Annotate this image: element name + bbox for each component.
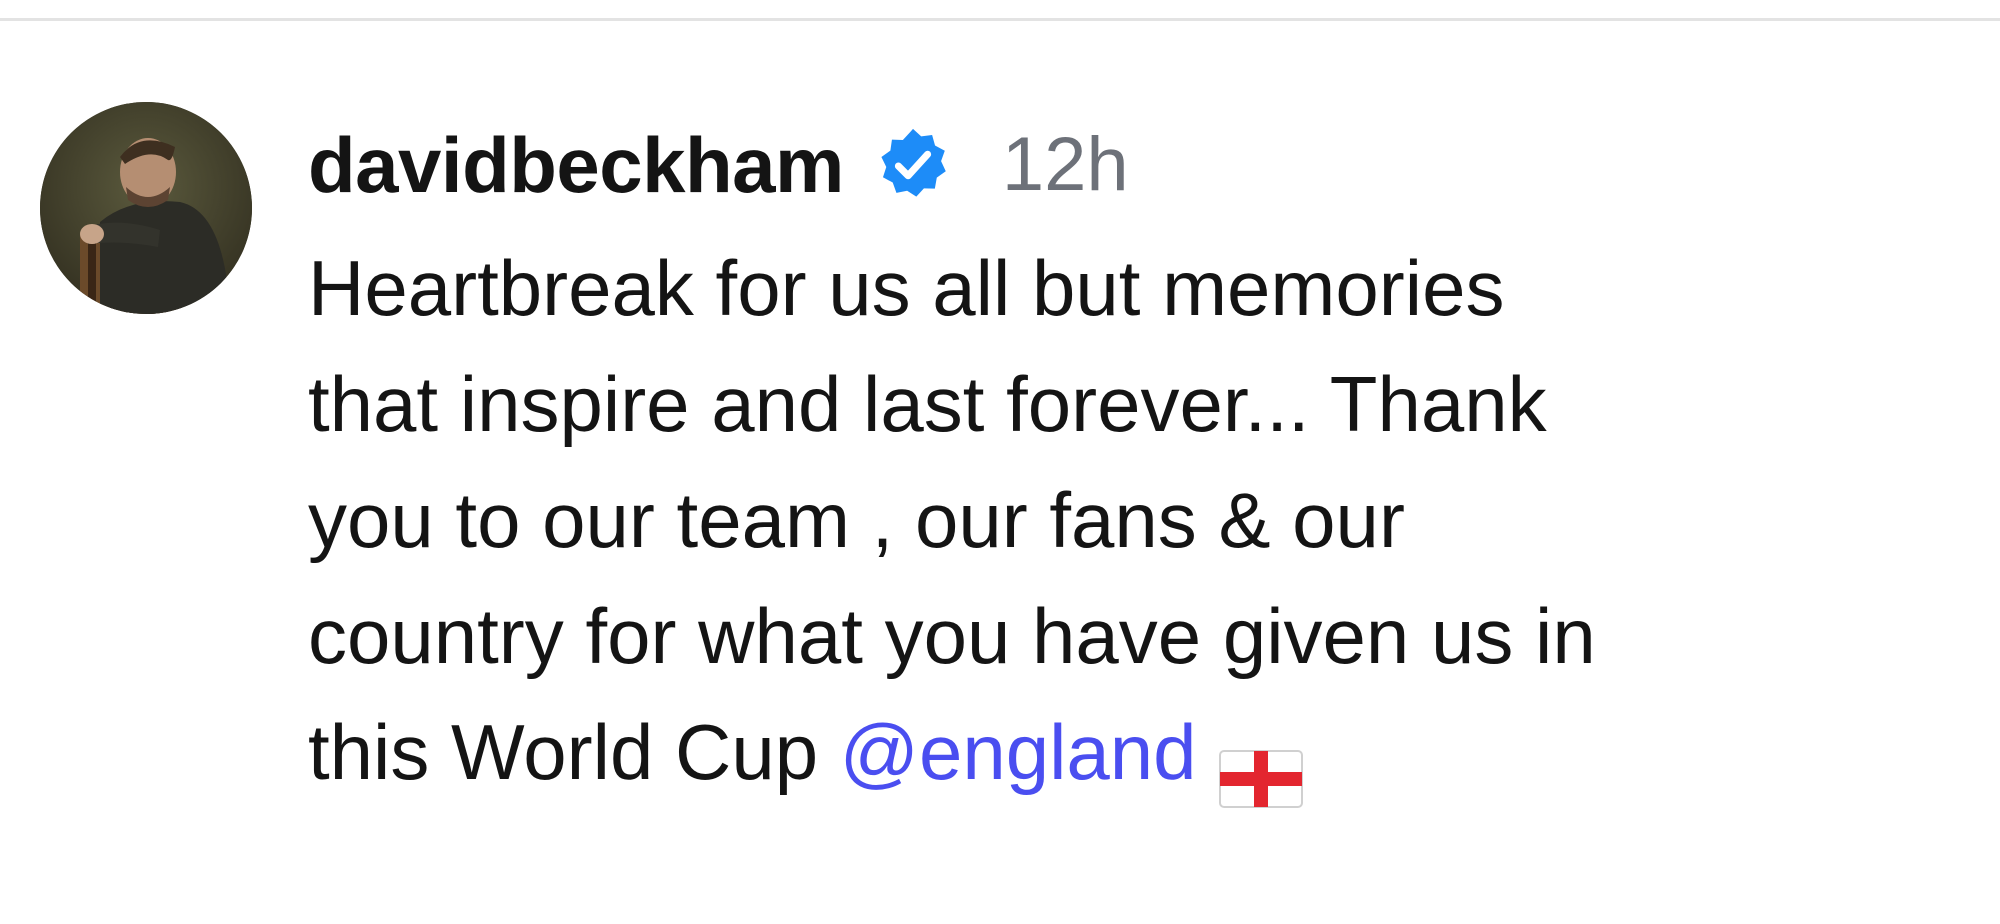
caption-line: this World Cup bbox=[308, 708, 840, 796]
caption-last-line: this World Cup @england bbox=[308, 694, 1968, 810]
mention-link[interactable]: @england bbox=[840, 708, 1197, 796]
comment-caption: Heartbreak for us all but memories that … bbox=[308, 230, 1968, 810]
post-comment: davidbeckham 12h Heartbreak for us all b… bbox=[0, 0, 2000, 924]
comment-header: davidbeckham 12h bbox=[308, 110, 1968, 220]
verified-badge-icon bbox=[874, 126, 952, 204]
timestamp-link[interactable]: 12h bbox=[1002, 127, 1129, 203]
caption-line: country for what you have given us in bbox=[308, 592, 1596, 680]
username-link[interactable]: davidbeckham bbox=[308, 126, 844, 204]
caption-line: Heartbreak for us all but memories bbox=[308, 244, 1505, 332]
caption-line: you to our team , our fans & our bbox=[308, 476, 1405, 564]
caption-line: that inspire and last forever... Thank bbox=[308, 360, 1547, 448]
avatar[interactable] bbox=[40, 102, 252, 314]
england-flag-icon bbox=[1218, 723, 1303, 809]
comment-content: davidbeckham 12h Heartbreak for us all b… bbox=[308, 110, 1968, 810]
avatar-image bbox=[40, 102, 252, 314]
